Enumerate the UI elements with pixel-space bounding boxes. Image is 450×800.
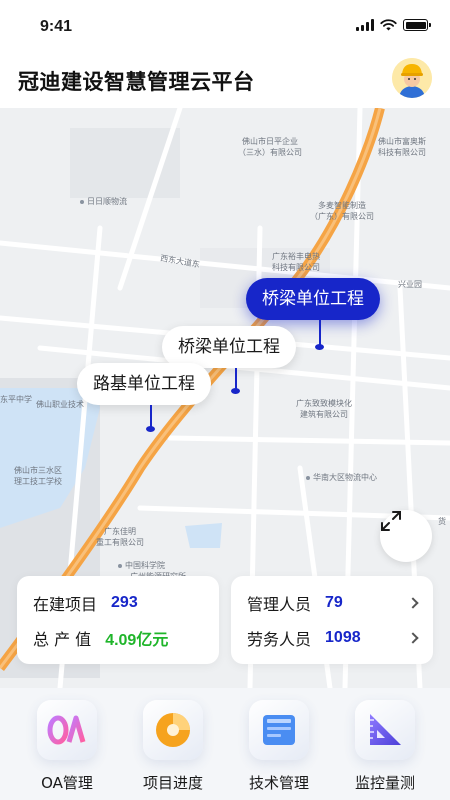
nav-label: OA管理 bbox=[41, 774, 93, 792]
app-header: 冠迪建设智慧管理云平台 bbox=[0, 52, 450, 108]
wifi-icon bbox=[380, 19, 397, 31]
bottom-nav: OA管理 项目进度 技术管理 监控量测 bbox=[0, 688, 450, 800]
stat-value: 4.09亿元 bbox=[105, 632, 169, 649]
nav-oa[interactable]: OA管理 bbox=[17, 688, 117, 793]
map-label: 货 bbox=[438, 517, 446, 526]
fullscreen-icon bbox=[381, 511, 401, 531]
stat-value: 293 bbox=[111, 594, 138, 611]
stat-output: 总 产 值 4.09亿元 bbox=[33, 626, 168, 650]
status-bar: 9:41 bbox=[0, 0, 450, 52]
stat-managers[interactable]: 管理人员 79 bbox=[247, 591, 419, 615]
fullscreen-button[interactable] bbox=[380, 510, 432, 562]
nav-label: 监控量测 bbox=[354, 774, 415, 792]
nav-label: 项目进度 bbox=[142, 774, 203, 792]
map-label: 广东裕丰电热 科技有限公司 bbox=[272, 252, 320, 272]
map-label: 日日顺物流 bbox=[80, 196, 127, 207]
stat-label: 在建项目 bbox=[33, 595, 98, 614]
stat-value: 79 bbox=[325, 594, 343, 611]
marker-pin bbox=[146, 426, 155, 432]
map-label: 华南大区物流中心 bbox=[306, 472, 377, 483]
document-icon bbox=[249, 700, 309, 760]
marker-stem bbox=[319, 320, 321, 346]
stats-card-personnel: 管理人员 79 劳务人员 1098 bbox=[231, 576, 433, 664]
project-marker-roadbed[interactable]: 路基单位工程 bbox=[77, 363, 211, 405]
map-label: 东平中学 bbox=[0, 395, 32, 404]
map-label: 佛山市日平企业 （三水）有限公司 bbox=[238, 137, 302, 157]
nav-progress[interactable]: 项目进度 bbox=[123, 688, 223, 793]
stats-card-projects: 在建项目 293 总 产 值 4.09亿元 bbox=[17, 576, 219, 664]
stat-label: 管理人员 bbox=[247, 595, 312, 614]
map-label: 佛山市三水区 理工技工学校 bbox=[14, 466, 62, 486]
map-label: 广东佳明 重工有限公司 bbox=[96, 527, 144, 547]
nav-tech[interactable]: 技术管理 bbox=[229, 688, 329, 793]
map-label: 中国科学院 bbox=[118, 560, 165, 571]
pie-chart-icon bbox=[143, 700, 203, 760]
map-label: 多麦智能制造 （广东）有限公司 bbox=[310, 201, 374, 221]
status-time: 9:41 bbox=[40, 18, 73, 35]
marker-pin bbox=[315, 344, 324, 350]
marker-stem bbox=[235, 368, 237, 390]
stat-label: 总 产 值 bbox=[33, 630, 92, 649]
stat-value: 1098 bbox=[325, 629, 361, 646]
oa-icon bbox=[37, 700, 97, 760]
map-label: 兴业园 bbox=[398, 280, 422, 289]
ruler-triangle-icon bbox=[355, 700, 415, 760]
project-marker-bridge[interactable]: 桥梁单位工程 bbox=[162, 326, 296, 368]
stat-workers[interactable]: 劳务人员 1098 bbox=[247, 626, 419, 650]
stat-projects: 在建项目 293 bbox=[33, 591, 138, 615]
status-icons bbox=[356, 19, 431, 31]
battery-icon bbox=[403, 19, 431, 31]
nav-label: 技术管理 bbox=[248, 774, 309, 792]
map-label: 佛山职业技术 bbox=[36, 400, 84, 409]
project-marker-bridge-active[interactable]: 桥梁单位工程 bbox=[246, 278, 380, 320]
worker-avatar-icon[interactable] bbox=[392, 58, 432, 98]
page-title: 冠迪建设智慧管理云平台 bbox=[18, 70, 255, 94]
signal-icon bbox=[356, 19, 374, 31]
map-label: 佛山市富奥斯 科技有限公司 bbox=[378, 137, 426, 157]
stat-label: 劳务人员 bbox=[247, 630, 312, 649]
map-label: 广东致致模块化 建筑有限公司 bbox=[296, 399, 352, 419]
nav-monitor[interactable]: 监控量测 bbox=[335, 688, 435, 793]
marker-pin bbox=[231, 388, 240, 394]
